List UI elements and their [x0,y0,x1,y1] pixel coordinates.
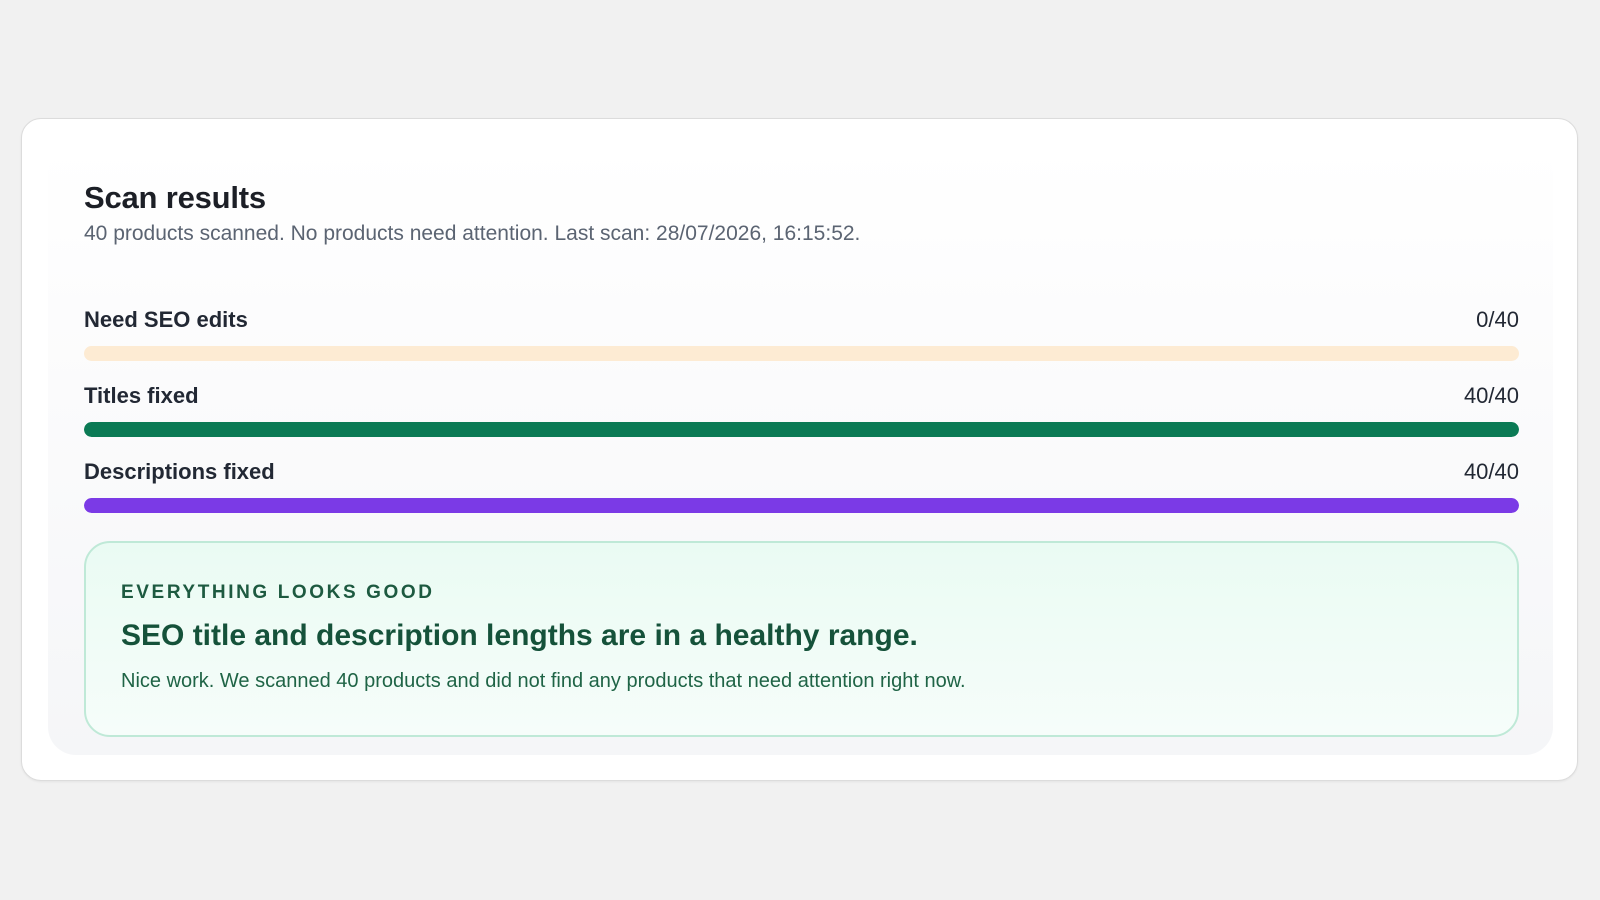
progress-fill [84,498,1519,513]
metric-label: Titles fixed [84,383,199,408]
metric-value: 40/40 [1463,383,1519,408]
metric-descriptions-fixed: Descriptions fixed 40/40 [84,459,1519,513]
callout-eyebrow: EVERYTHING LOOKS GOOD [121,582,435,603]
callout-heading: SEO title and description lengths are in… [121,619,918,652]
metric-titles-fixed: Titles fixed 40/40 [84,383,1519,437]
metric-label: Need SEO edits [84,307,248,332]
progress-track [84,346,1519,361]
metric-label: Descriptions fixed [84,459,275,484]
metric-value: 0/40 [1476,307,1519,332]
callout-body: Nice work. We scanned 40 products and di… [121,670,966,692]
scan-summary: 40 products scanned. No products need at… [84,222,861,245]
progress-track [84,422,1519,437]
success-callout: EVERYTHING LOOKS GOOD SEO title and desc… [84,541,1519,737]
scan-results-panel: Scan results 40 products scanned. No pro… [48,145,1553,755]
metric-need-seo-edits: Need SEO edits 0/40 [84,307,1519,361]
scan-results-card: Scan results 40 products scanned. No pro… [21,118,1578,781]
progress-fill [84,422,1519,437]
page-title: Scan results [84,180,266,215]
metric-value: 40/40 [1463,459,1519,484]
progress-track [84,498,1519,513]
